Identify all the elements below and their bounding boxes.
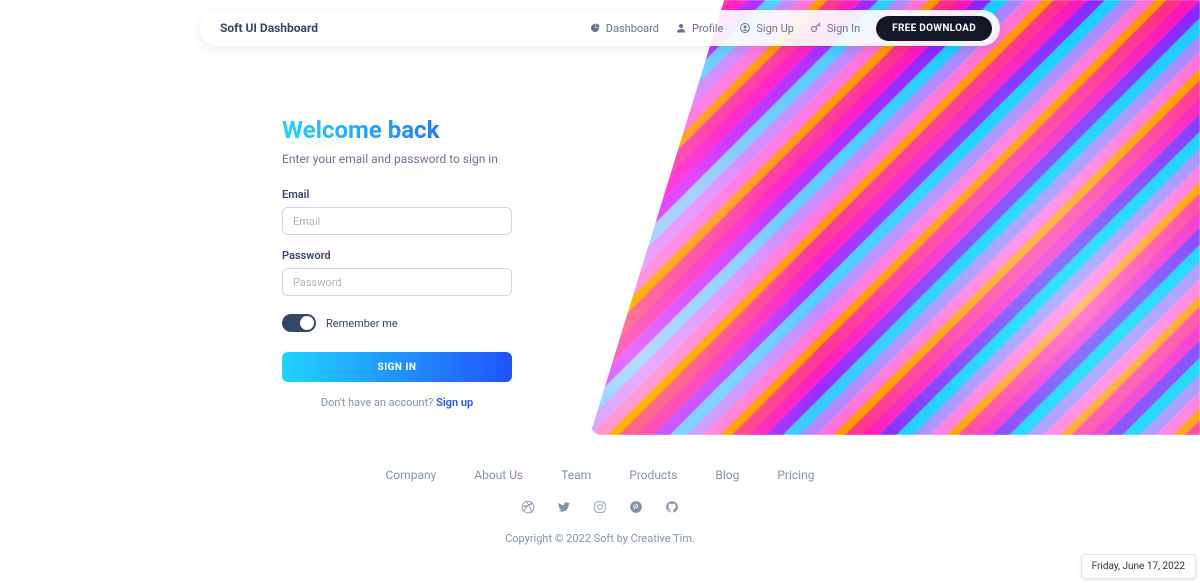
remember-row: Remember me: [282, 314, 512, 332]
brand-title[interactable]: Soft UI Dashboard: [220, 21, 318, 35]
key-icon: [810, 22, 822, 34]
page-subtitle: Enter your email and password to sign in: [282, 152, 512, 166]
remember-toggle[interactable]: [282, 314, 316, 332]
footer-link-pricing[interactable]: Pricing: [777, 468, 814, 482]
signup-link[interactable]: Sign up: [436, 396, 473, 409]
user-icon: [675, 22, 687, 34]
copyright: Copyright © 2022 Soft by Creative Tim.: [0, 532, 1200, 545]
footer: Company About Us Team Products Blog Pric…: [0, 468, 1200, 545]
date-widget: Friday, June 17, 2022: [1081, 554, 1196, 579]
no-account-text: Don't have an account?: [321, 396, 436, 409]
footer-link-about[interactable]: About Us: [474, 468, 523, 482]
nav-label: Sign Up: [756, 22, 794, 35]
hero-image: [590, 0, 1200, 435]
footer-link-blog[interactable]: Blog: [715, 468, 739, 482]
footer-link-company[interactable]: Company: [386, 468, 437, 482]
nav-label: Sign In: [827, 22, 860, 35]
page-title: Welcome back: [282, 116, 512, 144]
password-label: Password: [282, 249, 512, 262]
footer-link-team[interactable]: Team: [561, 468, 591, 482]
free-download-button[interactable]: FREE DOWNLOAD: [876, 16, 992, 41]
twitter-icon[interactable]: [557, 500, 571, 514]
nav-signup[interactable]: Sign Up: [739, 22, 794, 35]
signup-prompt: Don't have an account? Sign up: [282, 396, 512, 409]
pinterest-icon[interactable]: [629, 500, 643, 514]
signin-button[interactable]: SIGN IN: [282, 352, 512, 382]
remember-label: Remember me: [326, 317, 398, 330]
donut-icon: [589, 22, 601, 34]
email-label: Email: [282, 188, 512, 201]
github-icon[interactable]: [665, 500, 679, 514]
top-nav: Soft UI Dashboard Dashboard Profile Sign…: [200, 10, 1000, 46]
footer-links: Company About Us Team Products Blog Pric…: [0, 468, 1200, 482]
badge-icon: [739, 22, 751, 34]
nav-label: Profile: [692, 22, 723, 35]
footer-link-products[interactable]: Products: [629, 468, 677, 482]
footer-social: [0, 500, 1200, 514]
instagram-icon[interactable]: [593, 500, 607, 514]
nav-signin[interactable]: Sign In: [810, 22, 860, 35]
password-field[interactable]: [282, 268, 512, 296]
dribbble-icon[interactable]: [521, 500, 535, 514]
signin-card: Welcome back Enter your email and passwo…: [282, 116, 512, 409]
nav-profile[interactable]: Profile: [675, 22, 723, 35]
nav-label: Dashboard: [606, 22, 659, 35]
nav-dashboard[interactable]: Dashboard: [589, 22, 659, 35]
email-field[interactable]: [282, 207, 512, 235]
